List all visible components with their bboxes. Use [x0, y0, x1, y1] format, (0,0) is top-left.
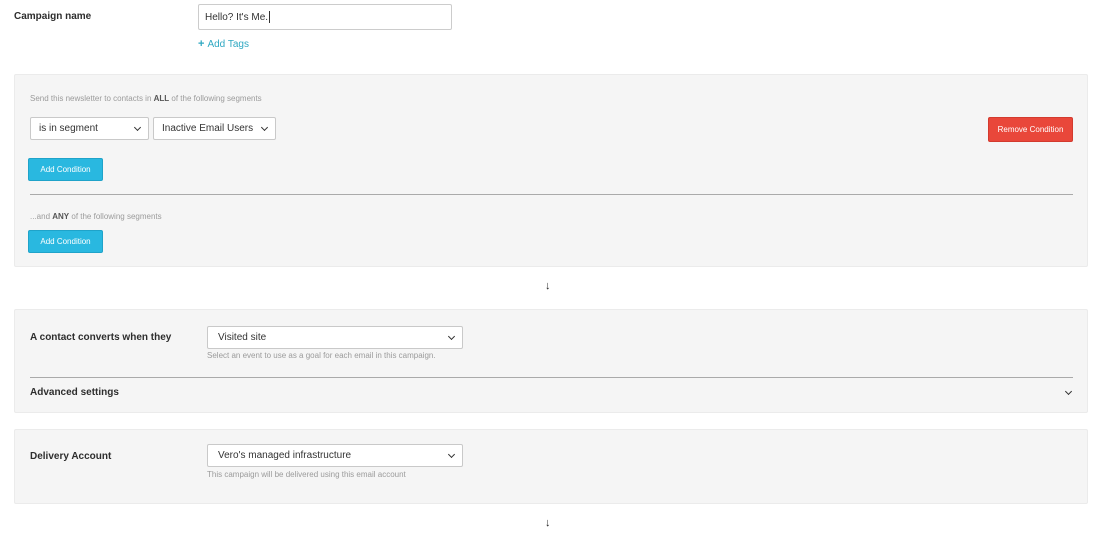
all-hint-keyword: ALL: [153, 94, 170, 103]
chevron-down-icon: [447, 332, 456, 340]
campaign-name-input[interactable]: Hello? It's Me.: [198, 4, 452, 30]
advanced-settings-chevron-icon[interactable]: [1064, 387, 1073, 396]
segments-panel: Send this newsletter to contacts in ALL …: [14, 74, 1088, 267]
add-tags-label: Add Tags: [207, 38, 249, 50]
delivery-panel: Delivery Account Vero's managed infrastr…: [14, 429, 1088, 504]
conversion-help-text: Select an event to use as a goal for eac…: [207, 351, 436, 360]
conversion-label: A contact converts when they: [30, 332, 172, 343]
chevron-down-icon: [447, 450, 456, 458]
add-tags-link[interactable]: + Add Tags: [198, 38, 249, 50]
campaign-name-value: Hello? It's Me.: [205, 11, 269, 23]
text-caret: [269, 11, 271, 23]
chevron-down-icon: [260, 123, 269, 131]
remove-condition-button[interactable]: Remove Condition: [988, 117, 1073, 142]
delivery-account-value: Vero's managed infrastructure: [218, 450, 352, 461]
delivery-account-label: Delivery Account: [30, 451, 112, 462]
all-segments-hint: Send this newsletter to contacts in ALL …: [30, 94, 262, 103]
arrow-down-icon: ↓: [545, 280, 551, 292]
condition-operator-select[interactable]: is in segment: [30, 117, 149, 140]
arrow-down-icon: ↓: [545, 517, 551, 529]
any-hint-suffix: of the following segments: [69, 212, 162, 221]
delivery-account-select[interactable]: Vero's managed infrastructure: [207, 444, 463, 467]
any-hint-keyword: ANY: [52, 212, 70, 221]
any-segments-hint: ...and ANY of the following segments: [30, 212, 162, 221]
all-hint-prefix: Send this newsletter to contacts in: [30, 94, 154, 103]
condition-segment-select[interactable]: Inactive Email Users: [153, 117, 276, 140]
segments-divider: [30, 194, 1073, 195]
chevron-down-icon: [133, 123, 142, 131]
add-condition-all-button[interactable]: Add Condition: [28, 158, 103, 181]
conversion-event-select[interactable]: Visited site: [207, 326, 463, 349]
conversion-event-value: Visited site: [218, 332, 267, 343]
campaign-name-label: Campaign name: [14, 11, 92, 22]
plus-icon: +: [198, 38, 205, 50]
delivery-help-text: This campaign will be delivered using th…: [207, 470, 406, 479]
conversion-divider: [30, 377, 1073, 378]
condition-operator-value: is in segment: [39, 123, 98, 134]
conversion-panel: A contact converts when they Visited sit…: [14, 309, 1088, 413]
any-hint-prefix: ...and: [30, 212, 53, 221]
advanced-settings-label[interactable]: Advanced settings: [30, 387, 119, 398]
all-hint-suffix: of the following segments: [169, 94, 262, 103]
add-condition-any-button[interactable]: Add Condition: [28, 230, 103, 253]
condition-segment-value: Inactive Email Users: [162, 123, 254, 134]
